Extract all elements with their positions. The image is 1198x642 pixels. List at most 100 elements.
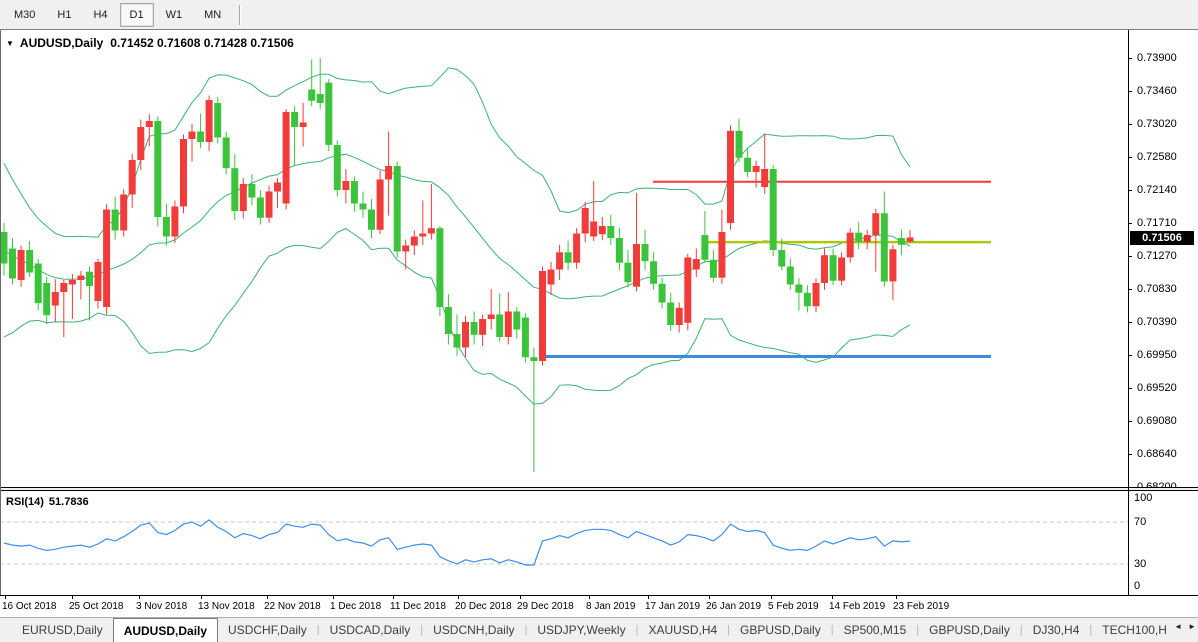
date-axis-label: 23 Feb 2019 (893, 601, 950, 612)
tab-scroll-right-icon[interactable]: ► (1188, 622, 1196, 631)
rsi-axis-label: 70 (1134, 516, 1147, 528)
candle-body (154, 121, 162, 217)
candle-body (906, 237, 914, 242)
candle-body (274, 182, 281, 192)
price-axis-label: 0.73900 (1137, 52, 1177, 64)
price-axis-label: 0.71270 (1137, 250, 1177, 262)
candle-body (778, 250, 786, 267)
price-axis-label: 0.72580 (1137, 151, 1177, 163)
date-tick (267, 596, 268, 599)
candle-body (265, 191, 273, 218)
tab-gbpusd-daily[interactable]: GBPUSD,Daily (919, 618, 1020, 642)
candle-body (615, 238, 623, 263)
candle-body (17, 250, 25, 280)
candle-body (359, 203, 367, 210)
axis-border (1128, 30, 1129, 595)
candle-body (675, 307, 683, 325)
candle-body (94, 262, 102, 301)
candle-body (308, 89, 316, 101)
tab-xauusd-h4[interactable]: XAUUSD,H4 (638, 618, 727, 642)
rsi-indicator-panel[interactable] (0, 491, 1198, 595)
date-axis-label: 22 Nov 2018 (264, 601, 321, 612)
tab-tech100-h[interactable]: TECH100,H (1092, 618, 1177, 642)
candle-body (291, 112, 299, 127)
price-axis-label: 0.69520 (1137, 382, 1177, 394)
tab-sp500-m15[interactable]: SP500,M15 (834, 618, 917, 642)
date-axis-label: 13 Nov 2018 (198, 601, 255, 612)
candle-body (197, 131, 205, 142)
candle-body (897, 238, 905, 245)
candle-body (633, 244, 640, 287)
tab-eurusd-daily[interactable]: EURUSD,Daily (12, 618, 113, 642)
candle-body (231, 168, 239, 211)
candle-body (256, 197, 264, 218)
candle-body (162, 217, 170, 237)
timeframe-toolbar: M30 H1 H4 D1 W1 MN (0, 0, 1198, 29)
date-tick (709, 596, 710, 599)
candle-body (684, 257, 692, 323)
timeframe-button-h4[interactable]: H4 (83, 3, 117, 27)
date-tick (648, 596, 649, 599)
candle-body (487, 314, 495, 319)
candle-body (205, 100, 213, 142)
candle-body (803, 292, 811, 307)
tab-scroll-left-icon[interactable]: ◄ (1174, 622, 1182, 631)
date-axis-label: 29 Dec 2018 (517, 601, 574, 612)
candle-body (513, 311, 521, 330)
candle-body (316, 94, 324, 103)
candle-body (889, 249, 897, 282)
candle-body (137, 127, 145, 160)
candle-body (180, 139, 187, 207)
timeframe-button-w1[interactable]: W1 (156, 3, 193, 27)
candle-body (479, 319, 487, 335)
price-axis-label: 0.70830 (1137, 283, 1177, 295)
timeframe-button-m30[interactable]: M30 (4, 3, 45, 27)
rsi-title: RSI(14) 51.7836 (6, 495, 94, 508)
tab-audusd-daily[interactable]: AUDUSD,Daily (112, 618, 219, 642)
candle-body (718, 232, 726, 278)
timeframe-button-d1[interactable]: D1 (119, 2, 154, 27)
tab-usdcnh-daily[interactable]: USDCNH,Daily (423, 618, 524, 642)
candle-body (376, 179, 384, 230)
candle-body (590, 221, 598, 237)
tab-usdchf-daily[interactable]: USDCHF,Daily (218, 618, 317, 642)
timeframe-button-mn[interactable]: MN (194, 3, 231, 27)
price-axis-label: 0.70390 (1137, 316, 1177, 328)
candle-body (786, 266, 794, 285)
candle-body (863, 235, 871, 242)
date-tick (139, 596, 140, 599)
rsi-label: RSI(14) (6, 495, 44, 508)
candle-body (761, 169, 769, 187)
chart-symbol-label: AUDUSD,Daily (19, 36, 104, 50)
candle-body (496, 314, 504, 337)
date-axis-label: 26 Jan 2019 (706, 601, 762, 612)
tab-usdcad-daily[interactable]: USDCAD,Daily (320, 618, 421, 642)
candle-body (282, 112, 290, 204)
symbol-dropdown-icon[interactable]: ▼ (6, 39, 14, 48)
candlestick-chart[interactable] (0, 30, 1128, 487)
candle-body (171, 206, 179, 237)
candle-body (333, 145, 341, 190)
price-axis-label: 0.69950 (1137, 349, 1177, 361)
timeframe-button-h1[interactable]: H1 (47, 3, 81, 27)
tab-gbpusd-daily[interactable]: GBPUSD,Daily (730, 618, 831, 642)
date-axis-label: 3 Nov 2018 (136, 601, 188, 612)
main-chart-panel[interactable] (0, 30, 1198, 487)
date-tick (5, 596, 6, 599)
candle-body (0, 232, 8, 264)
candle-body (470, 322, 478, 335)
price-axis-label: 0.69080 (1137, 415, 1177, 427)
tab-dj30-h4[interactable]: DJ30,H4 (1023, 618, 1090, 642)
candle-body (650, 261, 658, 284)
tab-usdjpy-weekly[interactable]: USDJPY,Weekly (527, 618, 635, 642)
price-axis-label: 0.73460 (1137, 85, 1177, 97)
date-axis[interactable]: 16 Oct 2018 25 Oct 2018 3 Nov 2018 13 Nov 2… (0, 596, 1198, 617)
candle-body (342, 181, 350, 190)
rsi-chart[interactable] (0, 491, 1128, 595)
date-tick (896, 596, 897, 599)
candle-body (402, 245, 410, 252)
candle-body (214, 103, 222, 138)
candle-body (573, 233, 581, 263)
rsi-axis-label: 0 (1134, 580, 1141, 592)
candle-body (120, 194, 128, 231)
